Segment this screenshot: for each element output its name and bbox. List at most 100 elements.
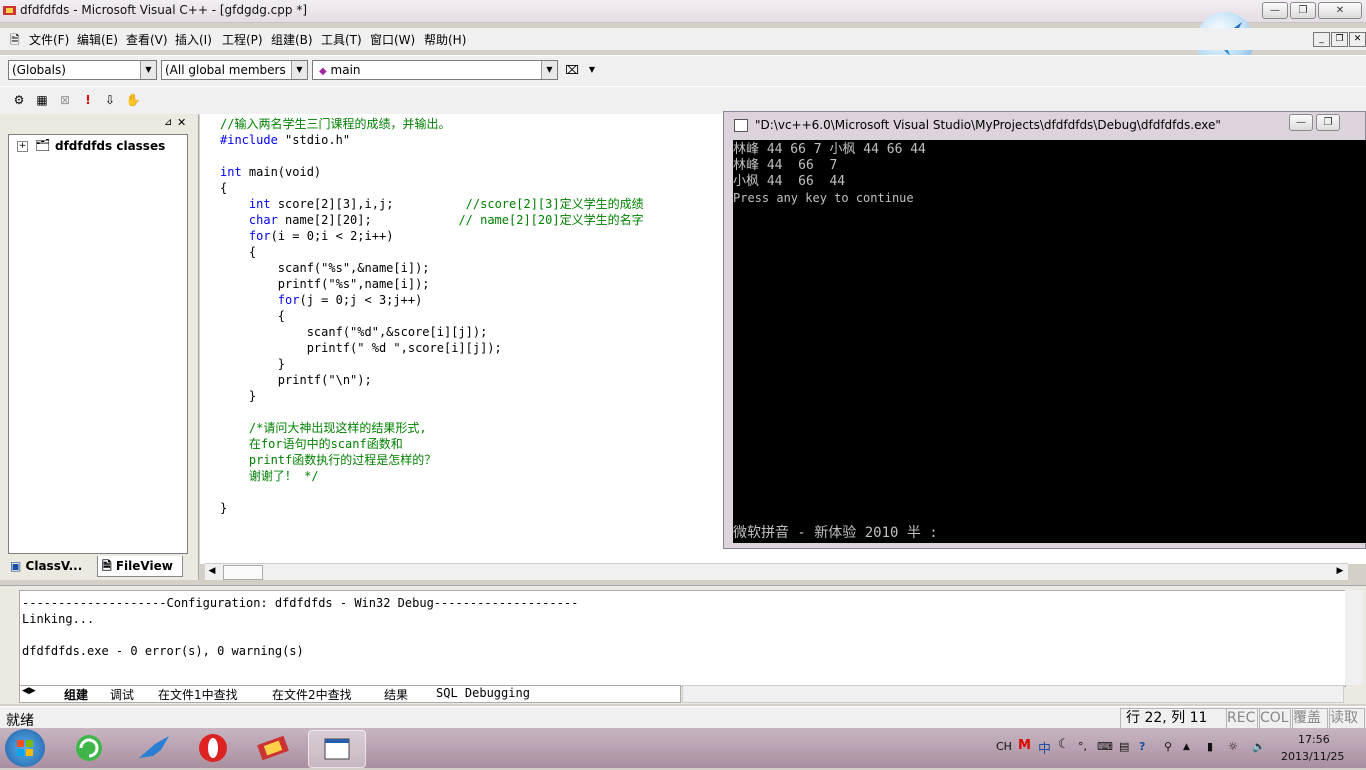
- tab-results[interactable]: 结果: [384, 686, 408, 703]
- close-icon[interactable]: ✕: [177, 116, 186, 129]
- taskbar-app-visual-cpp-icon[interactable]: [245, 730, 301, 766]
- tab-build[interactable]: 组建: [64, 686, 88, 703]
- menu-build[interactable]: 组建(B): [271, 31, 313, 48]
- mdi-minimize-button[interactable]: _: [1313, 32, 1330, 47]
- clock-date[interactable]: 2013/11/25: [1281, 750, 1344, 763]
- taskbar-app-bird-icon[interactable]: [125, 730, 181, 766]
- close-button[interactable]: ✕: [1318, 2, 1362, 19]
- stop-build-icon[interactable]: ⊠: [56, 91, 74, 109]
- chevron-down-icon[interactable]: ▼: [583, 61, 601, 79]
- chevron-down-icon[interactable]: ▼: [140, 61, 156, 79]
- class-view-tree[interactable]: + 🗂 dfdfdfds classes: [8, 134, 188, 554]
- output-vertical-scrollbar[interactable]: [1345, 590, 1363, 685]
- code-line[interactable]: [220, 404, 644, 420]
- tab-sql-debugging[interactable]: SQL Debugging: [436, 686, 530, 700]
- clock-time[interactable]: 17:56: [1298, 733, 1330, 746]
- code-line[interactable]: printf函数执行的过程是怎样的？: [220, 452, 644, 468]
- code-line[interactable]: 谢谢了！ */: [220, 468, 644, 484]
- taskbar-app-console-icon[interactable]: [308, 730, 366, 768]
- compile-icon[interactable]: ⚙: [10, 91, 28, 109]
- console-screen[interactable]: 林峰 44 66 7 小枫 44 66 44 林峰 44 66 7 小枫 44 …: [733, 140, 1366, 543]
- menu-insert[interactable]: 插入(I): [175, 31, 212, 48]
- expand-icon[interactable]: +: [17, 141, 28, 152]
- options-icon[interactable]: ⚲: [1164, 740, 1172, 753]
- code-line[interactable]: /*请问大神出现这样的结果形式,: [220, 420, 644, 436]
- members-combo[interactable]: (All global members ▼: [161, 60, 308, 80]
- code-line[interactable]: #include "stdio.h": [220, 132, 644, 148]
- dock-icon[interactable]: ⊿: [164, 117, 172, 128]
- ime-m-icon[interactable]: M: [1018, 738, 1031, 753]
- tab-nav-icon[interactable]: ◀▶: [22, 686, 36, 696]
- build-icon[interactable]: ▦: [33, 91, 51, 109]
- help-icon[interactable]: ?: [1139, 740, 1145, 753]
- function-combo[interactable]: ◆ main ▼: [312, 60, 558, 80]
- menu-tools[interactable]: 工具(T): [321, 31, 362, 48]
- tab-find2[interactable]: 在文件2中查找: [272, 686, 352, 703]
- menu-file[interactable]: 文件(F): [29, 31, 69, 48]
- menu-edit[interactable]: 编辑(E): [77, 31, 118, 48]
- minimize-button[interactable]: —: [1262, 2, 1288, 19]
- code-line[interactable]: [220, 148, 644, 164]
- code-line[interactable]: }: [220, 500, 644, 516]
- menu-help[interactable]: 帮助(H): [424, 31, 466, 48]
- menu-window[interactable]: 窗口(W): [370, 31, 415, 48]
- go-icon[interactable]: ⇩: [101, 91, 119, 109]
- tab-find1[interactable]: 在文件1中查找: [158, 686, 238, 703]
- scroll-right-icon[interactable]: ▶: [1333, 564, 1347, 579]
- battery-icon[interactable]: ▮: [1207, 740, 1213, 753]
- code-line[interactable]: char name[2][20]; // name[2][20]定义学生的名字: [220, 212, 644, 228]
- keyboard-icon[interactable]: ⌨: [1097, 740, 1113, 753]
- document-icon[interactable]: 🗎: [10, 31, 20, 52]
- code-line[interactable]: scanf("%d",&score[i][j]);: [220, 324, 644, 340]
- chevron-down-icon[interactable]: ▼: [291, 61, 307, 79]
- code-line[interactable]: //输入两名学生三门课程的成绩，并输出。: [220, 116, 644, 132]
- code-line[interactable]: {: [220, 244, 644, 260]
- moon-icon[interactable]: ☾: [1058, 737, 1070, 752]
- tab-fileview[interactable]: 🗎 FileView: [97, 556, 183, 577]
- code-line[interactable]: }: [220, 356, 644, 372]
- clipboard-icon[interactable]: ▤: [1119, 740, 1129, 753]
- console-window[interactable]: "D:\vc++6.0\Microsoft Visual Studio\MyPr…: [723, 111, 1366, 549]
- execute-icon[interactable]: !: [79, 91, 97, 109]
- code-line[interactable]: scanf("%s",&name[i]);: [220, 260, 644, 276]
- console-restore-button[interactable]: ❐: [1316, 114, 1340, 131]
- volume-icon[interactable]: 🔈: [1252, 740, 1266, 753]
- code-line[interactable]: {: [220, 180, 644, 196]
- taskbar-app-green-refresh-icon[interactable]: [61, 730, 117, 766]
- code-text[interactable]: //输入两名学生三门课程的成绩，并输出。 #include "stdio.h" in…: [220, 116, 644, 516]
- scroll-thumb[interactable]: [223, 565, 263, 580]
- code-line[interactable]: {: [220, 308, 644, 324]
- punctuation-icon[interactable]: °,: [1078, 740, 1087, 753]
- wizard-actions-icon[interactable]: ⌧: [563, 61, 581, 79]
- mdi-restore-button[interactable]: ❐: [1331, 32, 1348, 47]
- tab-debug[interactable]: 调试: [110, 686, 134, 703]
- start-button[interactable]: [5, 729, 45, 767]
- language-indicator[interactable]: CH: [996, 740, 1012, 753]
- editor-horizontal-scrollbar[interactable]: ◀ ▶: [205, 563, 1348, 580]
- mdi-close-button[interactable]: ✕: [1349, 32, 1366, 47]
- code-line[interactable]: int score[2][3],i,j; //score[2][3]定义学生的成…: [220, 196, 644, 212]
- menu-project[interactable]: 工程(P): [222, 31, 263, 48]
- console-minimize-button[interactable]: —: [1289, 114, 1313, 131]
- ime-mode[interactable]: 中: [1038, 738, 1051, 757]
- code-line[interactable]: for(i = 0;i < 2;i++): [220, 228, 644, 244]
- title-bar[interactable]: dfdfdfds - Microsoft Visual C++ - [gfdgd…: [0, 0, 1366, 23]
- taskbar-app-red-opera-icon[interactable]: [185, 730, 241, 766]
- tree-root-label[interactable]: dfdfdfds classes: [55, 139, 165, 153]
- restore-button[interactable]: ❐: [1290, 2, 1316, 19]
- code-line[interactable]: for(j = 0;j < 3;j++): [220, 292, 644, 308]
- chevron-down-icon[interactable]: ▼: [541, 61, 557, 79]
- output-horizontal-scrollbar[interactable]: [682, 685, 1344, 703]
- code-line[interactable]: printf("\n");: [220, 372, 644, 388]
- code-line[interactable]: printf(" %d ",score[i][j]);: [220, 340, 644, 356]
- code-line[interactable]: [220, 484, 644, 500]
- build-output[interactable]: --------------------Configuration: dfdfd…: [19, 590, 1346, 687]
- code-line[interactable]: printf("%s",name[i]);: [220, 276, 644, 292]
- code-line[interactable]: 在for语句中的scanf函数和: [220, 436, 644, 452]
- tray-expand-icon[interactable]: ▲: [1183, 742, 1190, 752]
- code-line[interactable]: }: [220, 388, 644, 404]
- menu-view[interactable]: 查看(V): [126, 31, 168, 48]
- code-line[interactable]: int main(void): [220, 164, 644, 180]
- network-icon[interactable]: ☼: [1228, 740, 1238, 753]
- scroll-left-icon[interactable]: ◀: [205, 564, 219, 579]
